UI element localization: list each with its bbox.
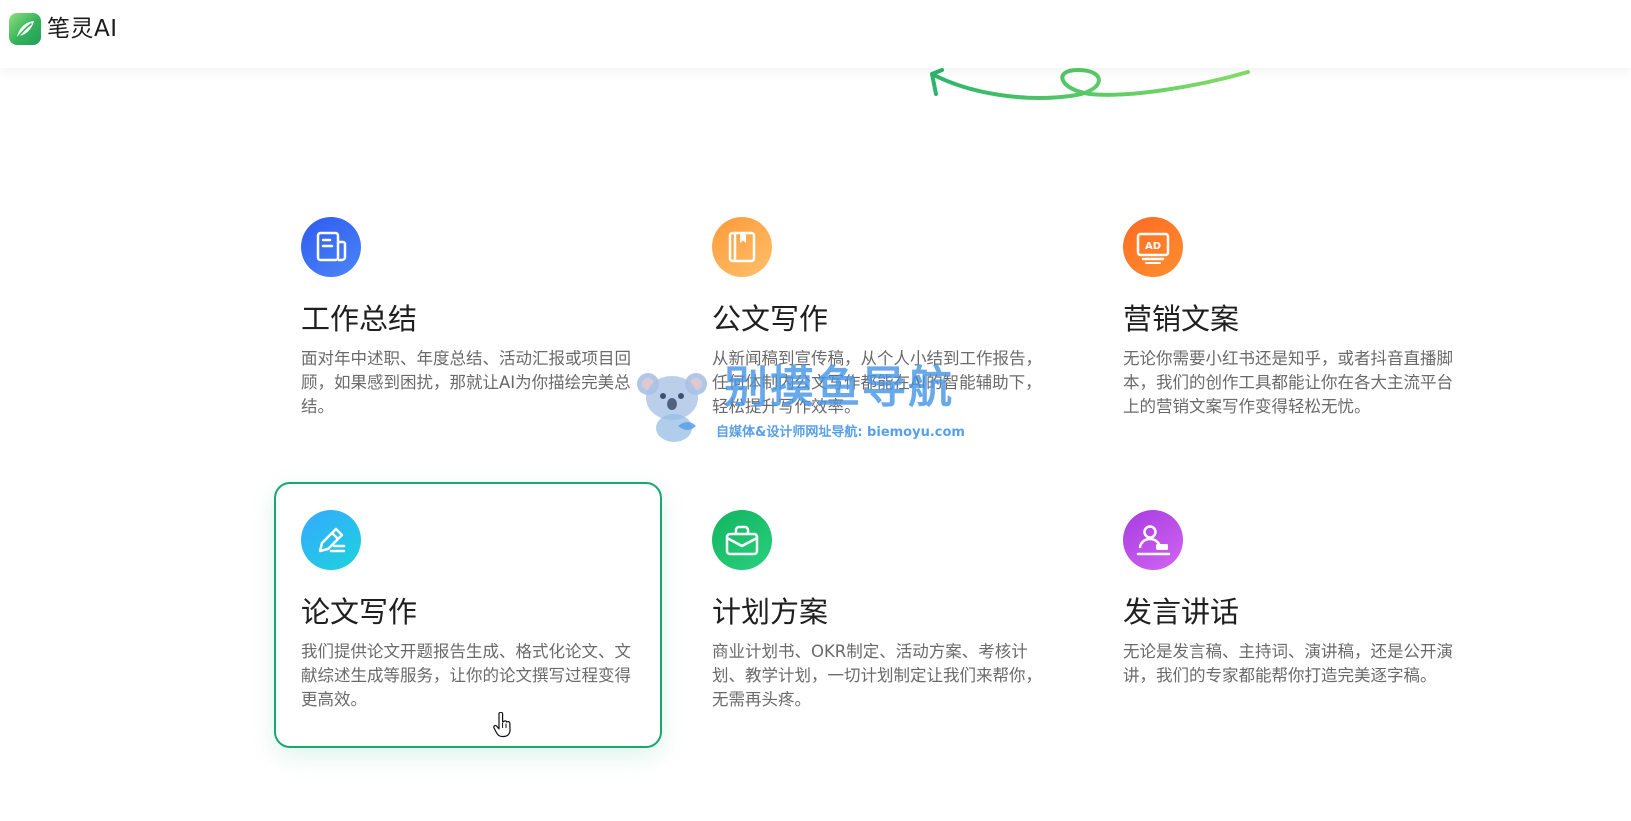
ad-monitor-icon: AD (1123, 217, 1183, 277)
top-header: 笔灵AI (0, 0, 1631, 68)
card-work-summary[interactable]: 工作总结 面对年中述职、年度总结、活动汇报或项目回顾，如果感到困扰，那就让AI为… (274, 189, 662, 455)
notebook-icon (712, 217, 772, 277)
card-description: 面对年中述职、年度总结、活动汇报或项目回顾，如果感到困扰，那就让AI为你描绘完美… (301, 349, 631, 416)
pen-edit-icon (301, 510, 361, 570)
logo-text[interactable]: 笔灵AI (47, 13, 118, 45)
card-title: 发言讲话 (1123, 595, 1240, 629)
card-description: 无论是发言稿、主持词、演讲稿，还是公开演讲，我们的专家都能帮你打造完美逐字稿。 (1123, 642, 1453, 685)
card-title: 工作总结 (301, 302, 418, 336)
logo-icon[interactable] (9, 13, 41, 45)
card-description: 我们提供论文开题报告生成、格式化论文、文献综述生成等服务，让你的论文撰写过程变得… (301, 642, 631, 709)
card-marketing-copy[interactable]: AD 营销文案 无论你需要小红书还是知乎，或者抖音直播脚本，我们的创作工具都能让… (1096, 189, 1484, 455)
page: 笔灵AI 工作总结 面对年中述职、年度总结、活动汇报或项目回顾，如果感到困扰，那… (0, 0, 1631, 821)
card-title: 营销文案 (1123, 302, 1240, 336)
card-title: 公文写作 (712, 302, 829, 336)
card-title: 论文写作 (301, 595, 418, 629)
svg-text:AD: AD (1145, 241, 1161, 252)
card-title: 计划方案 (712, 595, 829, 629)
card-description: 商业计划书、OKR制定、活动方案、考核计划、教学计划，一切计划制定让我们来帮你，… (712, 642, 1042, 709)
briefcase-icon (712, 510, 772, 570)
hand-pointer-cursor-icon (493, 712, 511, 738)
card-thesis-writing[interactable]: 论文写作 我们提供论文开题报告生成、格式化论文、文献综述生成等服务，让你的论文撰… (274, 482, 662, 748)
card-description: 从新闻稿到宣传稿，从个人小结到工作报告，任何体制内公文写作都能在AI的智能辅助下… (712, 349, 1042, 416)
card-speech[interactable]: 发言讲话 无论是发言稿、主持词、演讲稿，还是公开演讲，我们的专家都能帮你打造完美… (1096, 482, 1484, 748)
speaker-podium-icon (1123, 510, 1183, 570)
decorative-swirl-arrow (930, 68, 1250, 100)
card-description: 无论你需要小红书还是知乎，或者抖音直播脚本，我们的创作工具都能让你在各大主流平台… (1123, 349, 1453, 416)
document-icon (301, 217, 361, 277)
card-plan-scheme[interactable]: 计划方案 商业计划书、OKR制定、活动方案、考核计划、教学计划，一切计划制定让我… (685, 482, 1073, 748)
card-official-writing[interactable]: 公文写作 从新闻稿到宣传稿，从个人小结到工作报告，任何体制内公文写作都能在AI的… (685, 189, 1073, 455)
